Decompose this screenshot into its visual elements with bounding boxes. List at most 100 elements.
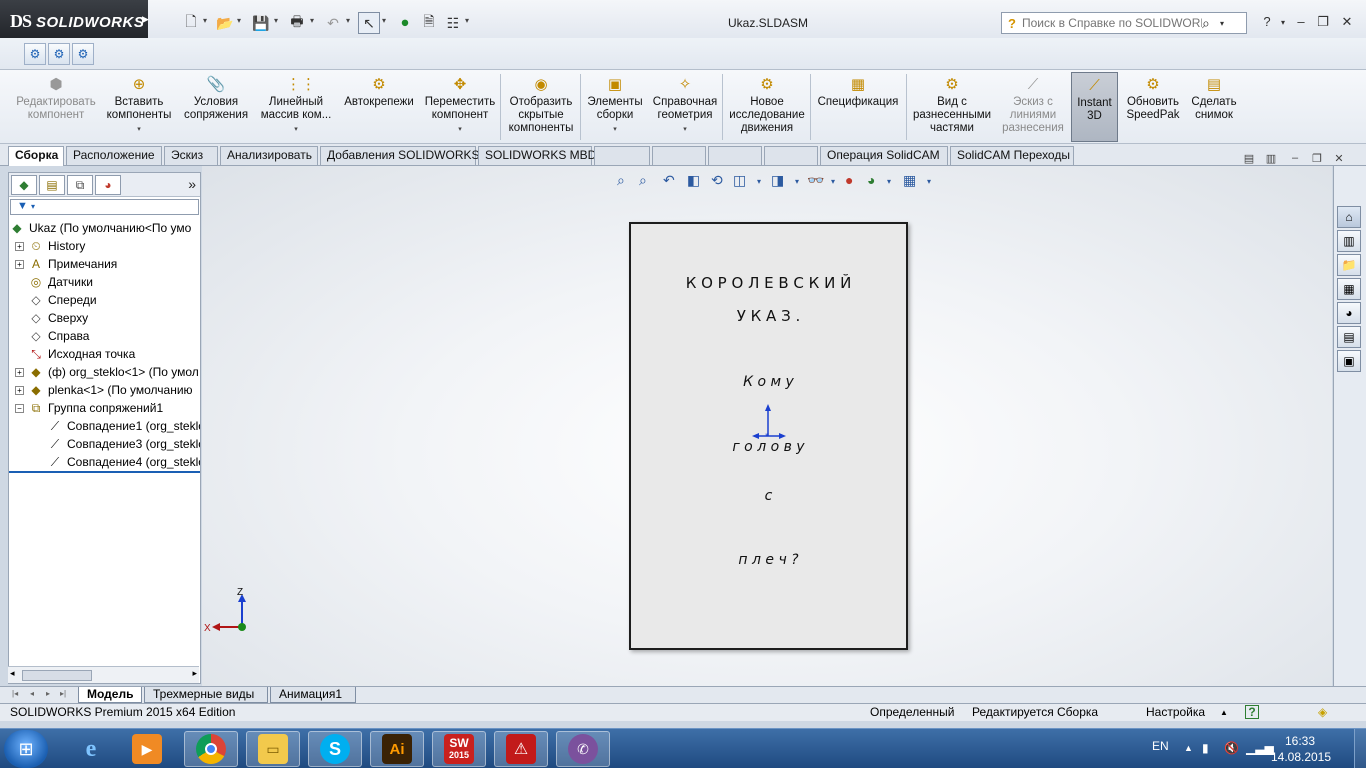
show-desktop-button[interactable]	[1354, 729, 1366, 768]
file-properties-icon[interactable]: 🗎	[418, 12, 440, 34]
tab-blank[interactable]	[708, 146, 762, 165]
tab-solidcam-operation[interactable]: Операция SolidCAM	[820, 146, 948, 165]
view-palette-icon[interactable]: ▦	[1337, 278, 1361, 300]
tray-expand-icon[interactable]: ▲	[1184, 743, 1193, 753]
take-snapshot-button[interactable]: ▤ Сделать снимок	[1186, 72, 1242, 142]
taskbar-ie[interactable]: e	[64, 731, 118, 767]
minimize-icon[interactable]: –	[1290, 14, 1312, 32]
caret-icon[interactable]: ▾	[927, 177, 931, 186]
layers-icon[interactable]: ⚙	[72, 43, 94, 65]
edit-component-button[interactable]: ⬢ Редактировать компонент	[10, 72, 102, 142]
tab-animation[interactable]: Анимация1	[270, 687, 356, 703]
solidworks-resources-icon[interactable]: ⌂	[1337, 206, 1361, 228]
caret-icon[interactable]: ▾	[831, 177, 835, 186]
reference-geometry-button[interactable]: ✧ Справочная геометрия ▾	[648, 72, 722, 142]
view-orientation-icon[interactable]: ◫	[733, 172, 746, 189]
tree-root[interactable]: ◆ Ukaz (По умолчанию<По умо	[9, 219, 191, 237]
expand-icon[interactable]: +	[15, 242, 24, 252]
tree-item[interactable]: + ◆ plenka<1> (По умолчанию	[15, 381, 193, 399]
assembly-features-button[interactable]: ▣ Элементы сборки ▾	[582, 72, 648, 142]
more-tabs-icon[interactable]: »	[188, 176, 196, 192]
search-icon[interactable]: ⌕	[1202, 15, 1220, 32]
mate-item[interactable]: ⟋ Совпадение1 (org_steklo	[47, 417, 200, 435]
menu-expand-icon[interactable]: ▶	[142, 14, 149, 25]
filter-caret-icon[interactable]: ▾	[31, 202, 35, 211]
dropdown-caret-icon[interactable]: ▾	[648, 123, 722, 136]
options-caret-icon[interactable]: ▾	[465, 16, 469, 25]
taskbar-acrobat[interactable]: ⚠	[494, 731, 548, 767]
configure-icon[interactable]: ⚙	[48, 43, 70, 65]
battery-icon[interactable]: ▮	[1202, 741, 1209, 755]
prev-tab-icon[interactable]: ◂	[30, 689, 34, 698]
expand-icon[interactable]: +	[15, 368, 24, 378]
caret-icon[interactable]: ▾	[795, 177, 799, 186]
design-library-icon[interactable]: ▥	[1337, 230, 1361, 252]
restore-icon[interactable]: ❐	[1312, 14, 1334, 32]
clock-date[interactable]: 14.08.2015	[1264, 750, 1338, 764]
undo-caret-icon[interactable]: ▾	[346, 16, 350, 25]
dropdown-caret-icon[interactable]: ▾	[582, 123, 648, 136]
dropdown-caret-icon[interactable]: ▾	[420, 123, 500, 136]
tree-horizontal-scrollbar[interactable]: ◂ ▸	[8, 666, 199, 683]
last-tab-icon[interactable]: ▸|	[60, 689, 66, 698]
tile-horizontal-icon[interactable]: ▤	[1240, 152, 1258, 166]
first-tab-icon[interactable]: |◂	[12, 689, 18, 698]
language-indicator[interactable]: EN	[1152, 739, 1169, 753]
new-document-icon[interactable]: 🗋	[180, 12, 202, 34]
volume-muted-icon[interactable]: 🔇	[1224, 741, 1239, 755]
mate-item[interactable]: ⟋ Совпадение4 (org_steklo	[47, 453, 200, 469]
view-settings-icon[interactable]: ▦	[903, 172, 916, 189]
insert-components-button[interactable]: ⊕ Вставить компоненты ▾	[102, 72, 176, 142]
display-manager-tab-icon[interactable]: ◕	[95, 175, 121, 195]
status-help-icon[interactable]: ?	[1245, 705, 1259, 719]
tab-evaluate[interactable]: Анализировать	[220, 146, 318, 165]
save-caret-icon[interactable]: ▾	[274, 16, 278, 25]
search-caret-icon[interactable]: ▾	[1220, 19, 1232, 28]
taskbar-explorer[interactable]: ▭	[246, 731, 300, 767]
tree-filter[interactable]: ▼ ▾	[10, 199, 199, 215]
caret-icon[interactable]: ▾	[757, 177, 761, 186]
expand-icon[interactable]: +	[15, 386, 24, 396]
taskbar-media-player[interactable]: ▶	[120, 731, 174, 767]
file-explorer-icon[interactable]: 📁	[1337, 254, 1361, 276]
taskbar-chrome[interactable]	[184, 731, 238, 767]
tree-item[interactable]: + A Примечания	[15, 255, 117, 273]
open-caret-icon[interactable]: ▾	[237, 16, 241, 25]
collapse-icon[interactable]: −	[15, 404, 24, 414]
tab-solidcam-transitions[interactable]: SolidCAM Переходы	[950, 146, 1074, 165]
feature-manager-tab-icon[interactable]: ◆	[11, 175, 37, 195]
mate-button[interactable]: 📎 Условия сопряжения	[178, 72, 254, 142]
scroll-right-icon[interactable]: ▸	[192, 668, 197, 679]
dynamic-annotation-icon[interactable]: ⟲	[711, 172, 723, 189]
solidworks-forum-icon[interactable]: ▣	[1337, 350, 1361, 372]
configuration-manager-tab-icon[interactable]: ⧉	[67, 175, 93, 195]
caret-icon[interactable]: ▾	[887, 177, 891, 186]
show-hidden-components-button[interactable]: ◉ Отобразить скрытые компоненты	[502, 72, 580, 142]
explode-line-sketch-button[interactable]: ⟋ Эскиз с линиями разнесения	[996, 72, 1070, 142]
tab-3d-views[interactable]: Трехмерные виды	[144, 687, 268, 703]
help-search-input[interactable]	[1022, 16, 1202, 30]
move-component-button[interactable]: ✥ Переместить компонент ▾	[420, 72, 500, 142]
expand-icon[interactable]: +	[15, 260, 24, 270]
tree-item[interactable]: ◇ Справа	[15, 327, 89, 345]
new-caret-icon[interactable]: ▾	[203, 16, 207, 25]
instant-3d-button[interactable]: ⟋ Instant 3D	[1071, 72, 1118, 142]
select-arrow-icon[interactable]: ↖	[358, 12, 380, 34]
update-speedpak-button[interactable]: ⚙ Обновить SpeedPak	[1120, 72, 1186, 142]
tree-item[interactable]: ◇ Спереди	[15, 291, 96, 309]
save-icon[interactable]: 💾	[250, 12, 272, 34]
tab-model[interactable]: Модель	[78, 687, 142, 703]
dropdown-caret-icon[interactable]: ▾	[256, 123, 336, 136]
apply-scene-icon[interactable]: ◕	[867, 172, 875, 188]
undo-icon[interactable]: ↶	[322, 12, 344, 34]
tree-item[interactable]: + ◆ (ф) org_steklo<1> (По умол	[15, 363, 199, 381]
hide-show-items-icon[interactable]: 👓	[807, 172, 824, 189]
taskbar-viber[interactable]: ✆	[556, 731, 610, 767]
dropdown-caret-icon[interactable]: ▾	[102, 123, 176, 136]
status-customize-caret-icon[interactable]: ▲	[1220, 704, 1228, 721]
open-folder-icon[interactable]: 📂	[214, 12, 236, 34]
tab-blank[interactable]	[594, 146, 650, 165]
taskbar-illustrator[interactable]: Ai	[370, 731, 424, 767]
linear-pattern-button[interactable]: ⋮⋮ Линейный массив ком... ▾	[256, 72, 336, 142]
close-icon[interactable]: ✕	[1336, 14, 1358, 32]
